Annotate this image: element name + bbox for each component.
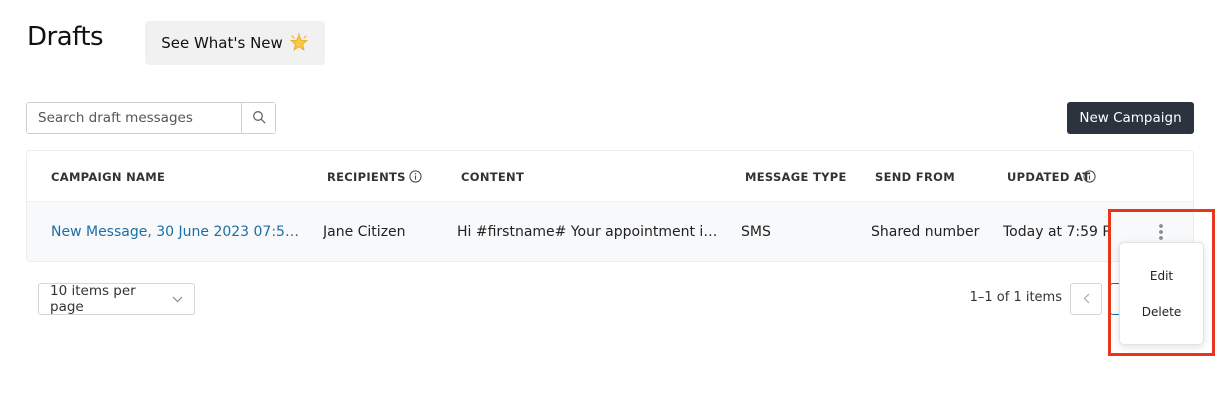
column-header-content[interactable]: CONTENT <box>461 170 524 184</box>
content-cell: Hi #firstname# Your appointment is at #t… <box>457 224 719 240</box>
send-from-cell: Shared number <box>871 224 980 240</box>
chevron-left-icon <box>1083 292 1090 307</box>
search-icon <box>252 110 266 127</box>
previous-page-button[interactable] <box>1070 283 1102 315</box>
message-type-cell: SMS <box>741 224 771 240</box>
chevron-down-icon <box>172 291 183 307</box>
column-header-message-type[interactable]: MESSAGE TYPE <box>745 170 847 184</box>
column-header-recipients[interactable]: RECIPIENTS <box>327 170 406 184</box>
updated-at-cell: Today at 7:59 PM <box>1003 224 1109 240</box>
pagination-range: 1–1 of 1 items <box>969 290 1062 305</box>
menu-item-delete[interactable]: Delete <box>1120 305 1203 319</box>
column-header-updated-at[interactable]: UPDATED AT <box>1007 170 1090 184</box>
recipients-info-icon[interactable] <box>409 168 422 187</box>
table-row[interactable]: New Message, 30 June 2023 07:54 PM Jane … <box>27 202 1193 261</box>
updated-at-info-icon[interactable] <box>1083 168 1096 187</box>
column-header-send-from[interactable]: SEND FROM <box>875 170 955 184</box>
items-per-page-select[interactable]: 10 items per page <box>38 283 195 315</box>
whats-new-button[interactable]: See What's New <box>145 21 325 65</box>
column-header-campaign-name[interactable]: CAMPAIGN NAME <box>51 170 165 184</box>
new-campaign-button[interactable]: New Campaign <box>1067 102 1194 134</box>
whats-new-label: See What's New <box>161 34 283 52</box>
row-actions-menu: Edit Delete <box>1119 242 1204 345</box>
search-button[interactable] <box>241 103 275 133</box>
drafts-table: CAMPAIGN NAME RECIPIENTS CONTENT MESSAGE… <box>26 150 1194 262</box>
page-title: Drafts <box>27 22 104 52</box>
items-per-page-label: 10 items per page <box>50 283 136 315</box>
sparkle-star-icon <box>289 33 309 53</box>
menu-item-edit[interactable]: Edit <box>1120 269 1203 283</box>
recipients-cell: Jane Citizen <box>323 224 406 240</box>
table-header: CAMPAIGN NAME RECIPIENTS CONTENT MESSAGE… <box>27 151 1193 202</box>
row-actions-kebab-icon[interactable] <box>1152 221 1170 243</box>
search-box <box>26 102 276 134</box>
search-input[interactable] <box>27 103 241 133</box>
campaign-name-link[interactable]: New Message, 30 June 2023 07:54 PM <box>51 224 301 240</box>
